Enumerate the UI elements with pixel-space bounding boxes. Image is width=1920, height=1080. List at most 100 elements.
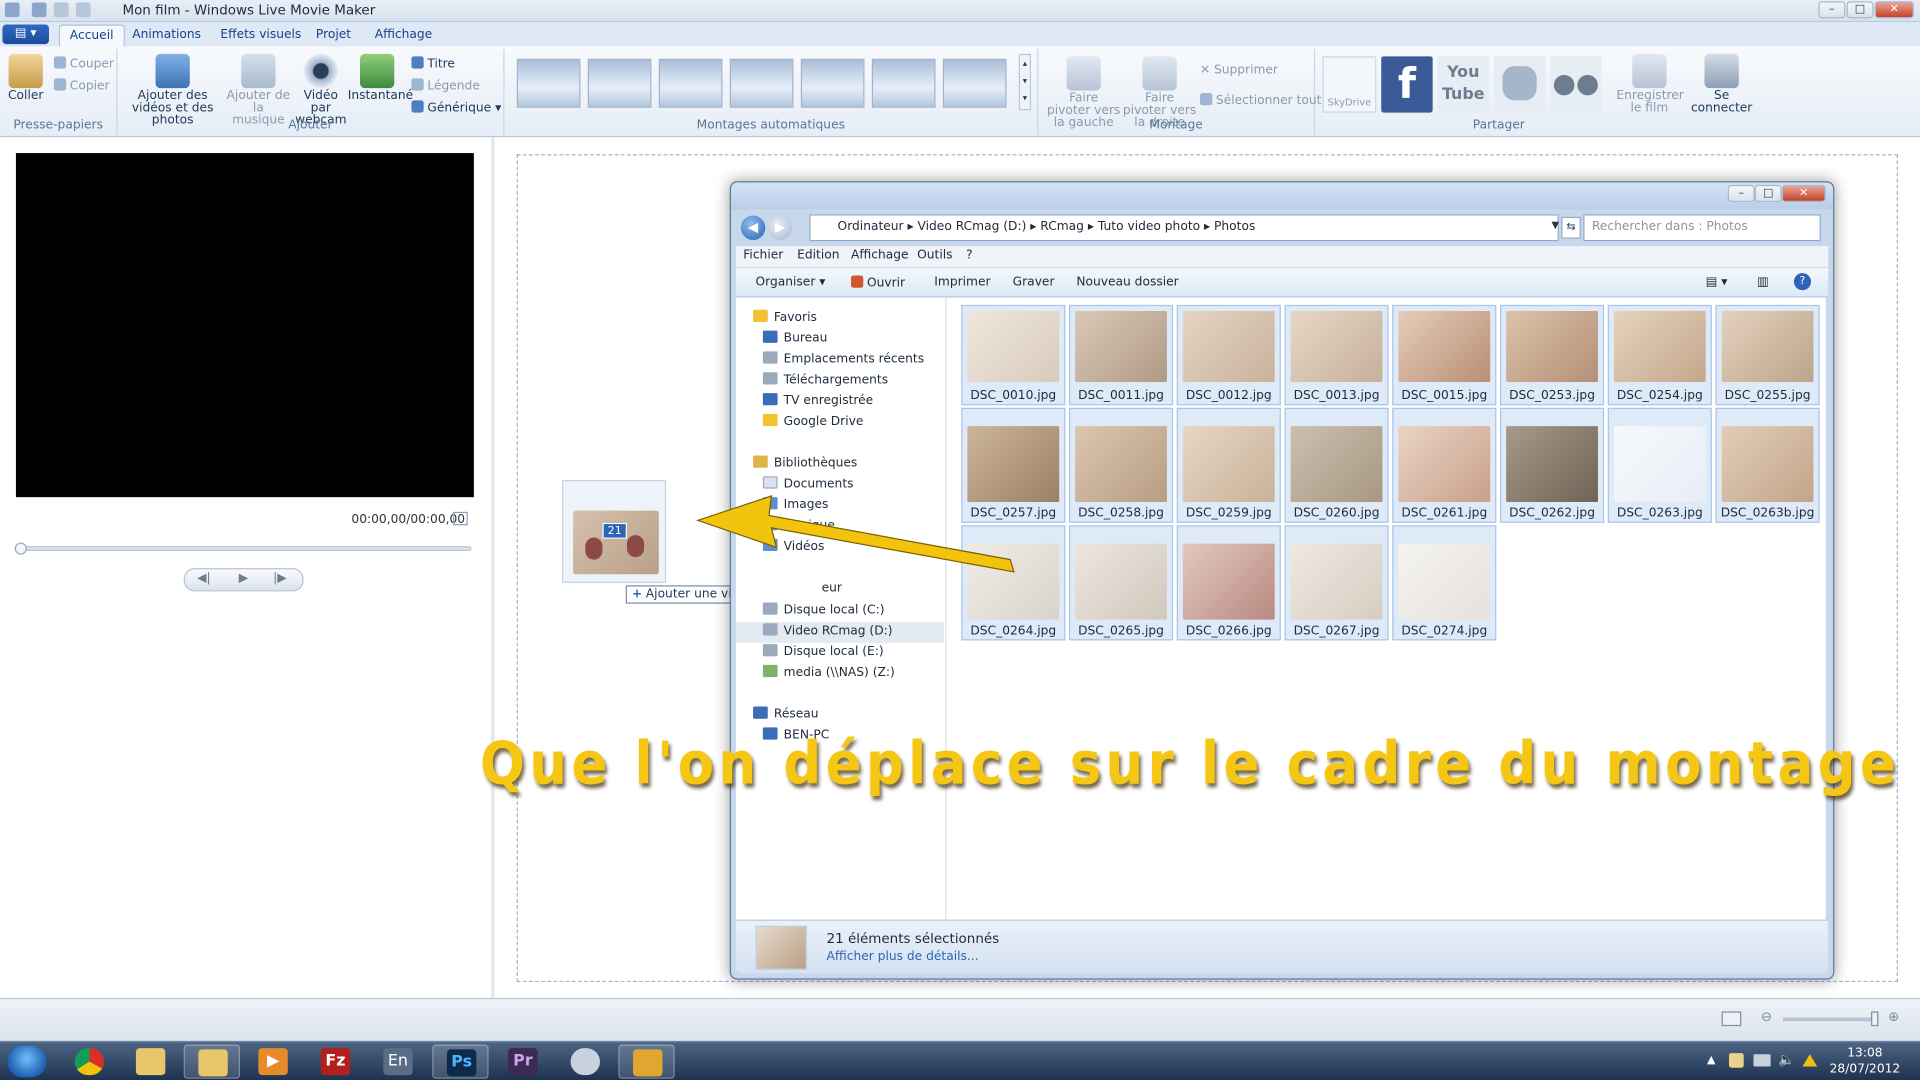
next-frame-button[interactable]: |▶: [273, 572, 287, 585]
group-share-button[interactable]: [1493, 56, 1546, 113]
nav-drive-e[interactable]: Disque local (E:): [762, 644, 884, 659]
tab-animations[interactable]: Animations: [122, 24, 210, 46]
nav-network[interactable]: Réseau: [753, 706, 819, 721]
caption-button[interactable]: Légende: [411, 78, 480, 93]
cut-button[interactable]: Couper: [53, 56, 114, 71]
tab-accueil[interactable]: Accueil: [58, 24, 125, 47]
file-thumbnail[interactable]: DSC_0013.jpg: [1284, 304, 1389, 406]
volume-icon[interactable]: 🔈: [1778, 1052, 1795, 1068]
taskbar-app[interactable]: [557, 1044, 613, 1078]
file-thumbnail[interactable]: DSC_0263b.jpg: [1715, 407, 1820, 523]
file-thumbnail[interactable]: DSC_0261.jpg: [1392, 407, 1497, 523]
theme-thumbnail[interactable]: [658, 58, 723, 108]
menu-view[interactable]: Affichage: [851, 249, 909, 262]
credits-button[interactable]: Générique ▾: [411, 100, 501, 115]
select-all-button[interactable]: Sélectionner tout: [1200, 93, 1321, 108]
tab-project[interactable]: Projet: [306, 24, 361, 46]
file-thumbnail[interactable]: DSC_0259.jpg: [1176, 407, 1281, 523]
fullscreen-icon[interactable]: [453, 511, 468, 526]
preview-pane-icon[interactable]: ▥: [1757, 276, 1769, 289]
new-folder-button[interactable]: Nouveau dossier: [1076, 276, 1178, 289]
theme-thumbnail[interactable]: [871, 58, 936, 108]
nav-item-downloads[interactable]: Téléchargements: [762, 372, 888, 387]
show-more-details-link[interactable]: Afficher plus de détails...: [827, 950, 979, 963]
flickr-button[interactable]: ●●: [1550, 56, 1602, 113]
taskbar-explorer[interactable]: [122, 1044, 178, 1078]
taskbar-media[interactable]: ▶: [245, 1044, 301, 1078]
file-thumbnail[interactable]: DSC_0267.jpg: [1284, 525, 1389, 641]
file-thumbnail[interactable]: DSC_0011.jpg: [1068, 304, 1174, 406]
file-thumbnail[interactable]: DSC_0265.jpg: [1068, 525, 1174, 641]
previous-frame-button[interactable]: ◀|: [197, 572, 211, 585]
file-thumbnail[interactable]: DSC_0015.jpg: [1392, 304, 1497, 406]
nav-item-desktop[interactable]: Bureau: [762, 330, 827, 345]
file-thumbnail[interactable]: DSC_0263.jpg: [1607, 407, 1712, 523]
menu-edit[interactable]: Edition: [797, 249, 839, 262]
play-button[interactable]: ▶: [239, 572, 248, 585]
seek-bar[interactable]: [14, 542, 472, 555]
app-menu-button[interactable]: ▤ ▾: [2, 24, 49, 45]
title-button[interactable]: Titre: [411, 56, 455, 71]
explorer-close-button[interactable]: ✕: [1781, 184, 1826, 203]
search-input[interactable]: Rechercher dans : Photos: [1583, 214, 1821, 242]
zoom-thumb[interactable]: [1871, 1011, 1879, 1027]
file-thumbnail[interactable]: DSC_0262.jpg: [1500, 407, 1605, 523]
taskbar-movie-maker[interactable]: [618, 1044, 675, 1079]
webcam-video-button[interactable]: Vidéo par webcam: [294, 53, 348, 127]
forward-button[interactable]: ▶: [767, 215, 793, 241]
address-dropdown-icon[interactable]: ▼: [1551, 219, 1559, 230]
nav-favorites[interactable]: Favoris: [753, 309, 817, 324]
app-icon[interactable]: [4, 2, 20, 18]
nav-item-recent[interactable]: Emplacements récents: [762, 351, 924, 366]
facebook-button[interactable]: f: [1381, 56, 1433, 113]
view-options-icon[interactable]: ▤ ▾: [1706, 276, 1728, 289]
sign-in-button[interactable]: Se connecter: [1690, 53, 1754, 115]
taskbar-chrome[interactable]: [61, 1044, 117, 1078]
zoom-slider[interactable]: [1782, 1011, 1879, 1027]
nav-drive-c[interactable]: Disque local (C:): [762, 602, 885, 617]
save-icon[interactable]: [31, 2, 47, 18]
file-thumbnail[interactable]: DSC_0254.jpg: [1607, 304, 1712, 406]
file-thumbnail[interactable]: DSC_0012.jpg: [1176, 304, 1281, 406]
flag-icon[interactable]: [1728, 1053, 1744, 1068]
minimize-button[interactable]: –: [1818, 1, 1846, 19]
breadcrumb[interactable]: Ordinateur ▸ Video RCmag (D:) ▸ RCmag ▸ …: [809, 214, 1559, 242]
explorer-minimize-button[interactable]: –: [1727, 184, 1755, 203]
tray-expand-icon[interactable]: ▲: [1707, 1054, 1715, 1066]
nav-item-google-drive[interactable]: Google Drive: [762, 413, 863, 429]
copy-button[interactable]: Copier: [53, 78, 110, 93]
pane-splitter[interactable]: [491, 137, 495, 998]
theme-thumbnail[interactable]: [587, 58, 652, 108]
organize-button[interactable]: Organiser ▾: [756, 276, 826, 289]
google-drive-tray-icon[interactable]: [1802, 1054, 1818, 1067]
redo-icon[interactable]: [75, 2, 91, 18]
tab-view[interactable]: Affichage: [365, 24, 442, 46]
explorer-title-bar[interactable]: – □ ✕: [731, 182, 1834, 210]
file-thumbnail[interactable]: DSC_0266.jpg: [1176, 525, 1281, 641]
file-thumbnail[interactable]: DSC_0260.jpg: [1284, 407, 1389, 523]
save-movie-button[interactable]: Enregistrer le film: [1616, 53, 1684, 115]
explorer-maximize-button[interactable]: □: [1754, 184, 1782, 203]
nav-libraries[interactable]: Bibliothèques: [753, 455, 857, 470]
nav-drive-z[interactable]: media (\\NAS) (Z:): [762, 664, 895, 680]
theme-thumbnail[interactable]: [729, 58, 794, 108]
add-music-button[interactable]: Ajouter de la musique: [225, 53, 291, 127]
open-button[interactable]: Ouvrir: [851, 275, 905, 290]
menu-file[interactable]: Fichier: [743, 249, 783, 262]
clock[interactable]: 13:08 28/07/2012: [1829, 1046, 1901, 1078]
print-button[interactable]: Imprimer: [934, 276, 990, 289]
menu-help[interactable]: ?: [966, 249, 973, 262]
delete-button[interactable]: ✕ Supprimer: [1200, 64, 1278, 77]
taskbar-filezilla[interactable]: Fz: [307, 1044, 363, 1078]
snapshot-button[interactable]: Instantané: [348, 53, 413, 103]
undo-icon[interactable]: [53, 2, 69, 18]
youtube-button[interactable]: You Tube: [1437, 56, 1489, 113]
nav-drive-d-selected[interactable]: Video RCmag (D:): [735, 622, 945, 643]
video-preview[interactable]: [15, 153, 474, 498]
file-thumbnail[interactable]: DSC_0274.jpg: [1392, 525, 1497, 641]
taskbar-premiere[interactable]: Pr: [495, 1044, 551, 1078]
taskbar-photoshop[interactable]: Ps: [432, 1044, 489, 1079]
help-icon[interactable]: ?: [1793, 273, 1812, 291]
theme-thumbnail[interactable]: [516, 58, 581, 108]
network-tray-icon[interactable]: [1753, 1054, 1771, 1067]
